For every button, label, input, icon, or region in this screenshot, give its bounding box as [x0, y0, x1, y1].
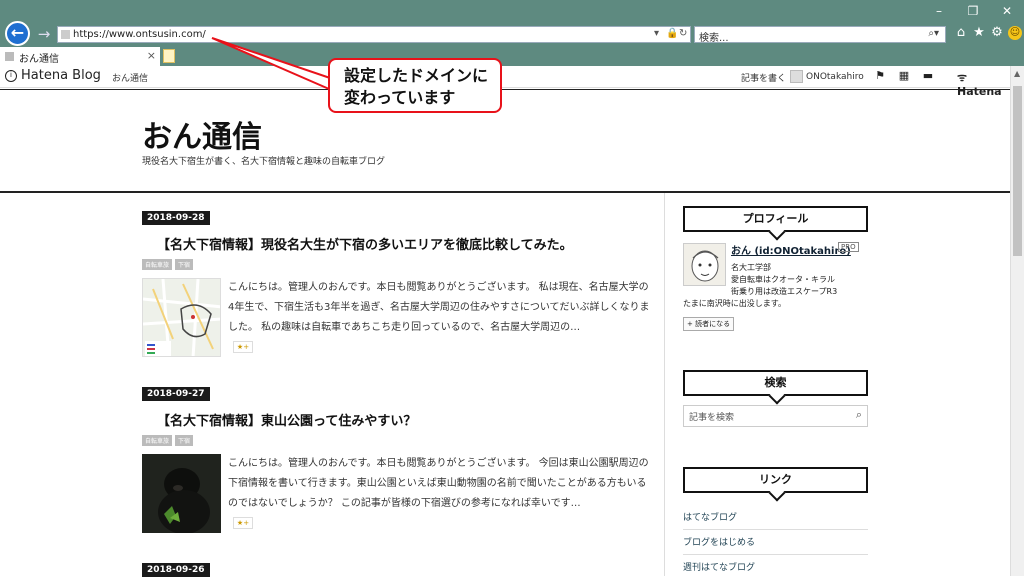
scrollbar-thumb[interactable]	[1013, 86, 1022, 256]
blog-name-link[interactable]: おん通信	[112, 71, 148, 84]
category-tag[interactable]: 下宿	[175, 435, 194, 446]
profile-text: 名大工学部	[731, 263, 771, 272]
bookmark-icon[interactable]: ⚑	[874, 70, 886, 82]
profile-text: たまに南沢時に出没します。	[683, 299, 786, 308]
article-excerpt: こんにちは。管理人のおんです。本日も閲覧ありがとうございます。 今回は東山公園駅…	[228, 458, 649, 509]
site-favicon-icon	[61, 30, 70, 39]
profile-text: 愛自転車はクオータ・キラル	[731, 275, 835, 284]
arrow-left-icon: ←	[10, 23, 25, 42]
article-title[interactable]: 【名大下宿情報】現役名大生が下宿の多いエリアを徹底比較してみた。	[157, 234, 652, 253]
sidebar-link[interactable]: ブログをはじめる	[683, 535, 868, 555]
page-scrollbar[interactable]: ▲	[1010, 66, 1024, 576]
article-entry: 2018-09-26	[142, 557, 652, 577]
address-bar[interactable]: https://www.ontsusin.com/ ▾ 🔒 ↻	[57, 26, 691, 43]
minimize-button[interactable]: –	[922, 0, 956, 22]
favorites-star-icon[interactable]: ★	[972, 25, 986, 41]
hatena-bar-icons: ⚑ ▦ ▬	[874, 70, 934, 82]
article-entry: 2018-09-28 【名大下宿情報】現役名大生が下宿の多いエリアを徹底比較して…	[142, 205, 652, 358]
dropdown-arrow-icon[interactable]: ▾	[654, 28, 659, 39]
article-body: こんにちは。管理人のおんです。本日も閲覧ありがとうございます。 今回は東山公園駅…	[142, 454, 652, 534]
article-date[interactable]: 2018-09-26	[142, 563, 210, 577]
column-divider	[664, 193, 665, 576]
hatena-blog-logo-text: Hatena Blog	[21, 68, 101, 83]
blog-description: 現役名大下宿生が書く、名大下宿情報と趣味の自転車ブログ	[142, 157, 386, 167]
tab-favicon-icon	[5, 52, 14, 61]
sidebar-link[interactable]: 週刊はてなブログ	[683, 560, 868, 579]
browser-search-input[interactable]: 検索... ⌕▾	[694, 26, 946, 44]
user-menu[interactable]: ONOtakahiro	[790, 70, 864, 83]
article-date[interactable]: 2018-09-28	[142, 211, 210, 225]
browser-tools: ⌂ ★ ⚙ ☺	[954, 25, 1022, 41]
pro-badge: PRO	[838, 242, 859, 252]
grid-menu-icon[interactable]: ▦	[898, 70, 910, 82]
hatena-global-bar: i Hatena Blog おん通信 記事を書く ONOtakahiro ⚑ ▦…	[0, 66, 1010, 98]
search-input-placeholder: 記事を検索	[689, 413, 735, 423]
subscribe-button[interactable]: + 読者になる	[683, 317, 735, 331]
browser-chrome: – ❐ ✕ ← → https://www.ontsusin.com/ ▾ 🔒 …	[0, 0, 1024, 66]
lock-icon[interactable]: 🔒	[666, 28, 678, 39]
annotation-callout: 設定したドメインに 変わっています	[328, 58, 502, 113]
search-icon[interactable]: ⌕▾	[928, 28, 939, 39]
profile-text: 街乗り用は改造エスケープR3	[731, 287, 838, 296]
hatena-logo-icon: i	[5, 69, 17, 82]
forward-button[interactable]: →	[34, 24, 54, 44]
annotation-line-1: 設定したドメインに	[344, 66, 489, 85]
category-list: 自転車旅 下宿	[142, 259, 652, 270]
links-heading: リンク	[683, 467, 868, 493]
close-window-button[interactable]: ✕	[990, 0, 1024, 22]
search-input[interactable]: 記事を検索 ⌕	[683, 405, 868, 427]
article-excerpt: こんにちは。管理人のおんです。本日も閲覧ありがとうございます。 私は現在、名古屋…	[228, 282, 650, 333]
write-article-link[interactable]: 記事を書く	[741, 71, 786, 84]
home-icon[interactable]: ⌂	[954, 25, 968, 41]
article-entry: 2018-09-27 【名大下宿情報】東山公園って住みやすい？ 自転車旅 下宿 …	[142, 381, 652, 534]
article-body: こんにちは。管理人のおんです。本日も閲覧ありがとうございます。 私は現在、名古屋…	[142, 278, 652, 358]
add-star-button[interactable]: ★+	[233, 341, 253, 353]
page-title[interactable]: おん通信	[142, 112, 262, 156]
arrow-right-icon: →	[37, 25, 51, 43]
profile-heading: プロフィール	[683, 206, 868, 232]
search-heading: 検索	[683, 370, 868, 396]
window-controls: – ❐ ✕	[922, 0, 1024, 22]
feedback-smiley-icon[interactable]: ☺	[1008, 26, 1022, 40]
profile-name-link[interactable]: おん (id:ONOtakahiro)	[731, 242, 851, 257]
article-title[interactable]: 【名大下宿情報】東山公園って住みやすい？	[157, 410, 652, 429]
tab-close-icon[interactable]: ×	[147, 49, 156, 62]
back-button[interactable]: ←	[5, 21, 30, 46]
scroll-up-icon[interactable]: ▲	[1014, 69, 1020, 78]
annotation-line-2: 変わっています	[344, 88, 456, 107]
category-list: 自転車旅 下宿	[142, 435, 652, 446]
add-star-button[interactable]: ★+	[233, 517, 253, 529]
map-thumbnail[interactable]	[142, 278, 221, 357]
gorilla-photo-thumbnail[interactable]	[142, 454, 221, 533]
category-tag[interactable]: 自転車旅	[142, 259, 173, 270]
username: ONOtakahiro	[806, 71, 864, 82]
notification-icon[interactable]: ▬	[922, 70, 934, 82]
tab-title: おん通信	[19, 54, 59, 65]
restore-button[interactable]: ❐	[956, 0, 990, 22]
avatar	[790, 70, 803, 83]
profile-avatar[interactable]	[683, 243, 726, 286]
sidebar-link[interactable]: はてなブログ	[683, 510, 868, 530]
category-tag[interactable]: 下宿	[175, 259, 194, 270]
new-tab-button[interactable]	[163, 49, 175, 63]
article-date[interactable]: 2018-09-27	[142, 387, 210, 401]
hatena-blog-logo[interactable]: i Hatena Blog	[5, 68, 101, 83]
gear-icon[interactable]: ⚙	[990, 25, 1004, 41]
category-tag[interactable]: 自転車旅	[142, 435, 173, 446]
search-icon[interactable]: ⌕	[856, 408, 862, 422]
url-text: https://www.ontsusin.com/	[73, 29, 206, 40]
refresh-icon[interactable]: ↻	[679, 28, 687, 39]
search-placeholder: 検索...	[699, 33, 729, 44]
blog-header: おん通信 現役名大下宿生が書く、名大下宿情報と趣味の自転車ブログ	[0, 89, 1010, 193]
tab-active[interactable]: おん通信 ×	[0, 47, 160, 66]
